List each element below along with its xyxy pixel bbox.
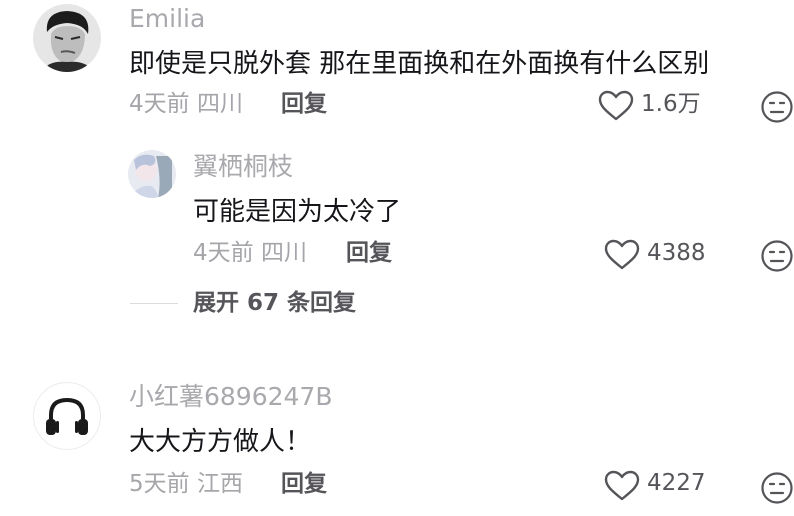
like-count: 4227 bbox=[647, 470, 706, 496]
reply-username[interactable]: 翼栖桐枝 bbox=[193, 152, 293, 182]
comment-meta: 4天前 四川 bbox=[129, 89, 243, 119]
reply-location: 四川 bbox=[260, 240, 307, 266]
comment-text: 大大方方做人！ bbox=[129, 427, 312, 457]
dislike-face-icon[interactable] bbox=[760, 471, 794, 509]
dislike-face-icon[interactable] bbox=[760, 90, 794, 128]
expand-divider bbox=[130, 303, 178, 304]
heart-outline-icon[interactable] bbox=[604, 470, 640, 506]
reply-reply-button[interactable]: 回复 bbox=[346, 238, 392, 268]
avatar-headphones[interactable] bbox=[33, 382, 101, 450]
comment-username[interactable]: 小红薯6896247B bbox=[129, 382, 333, 412]
reply-meta: 4天前 四川 bbox=[193, 238, 307, 268]
heart-outline-icon[interactable] bbox=[604, 239, 640, 275]
comment-username[interactable]: Emilia bbox=[129, 4, 205, 34]
reply-button[interactable]: 回复 bbox=[281, 469, 327, 499]
reply-like-count: 4388 bbox=[647, 240, 706, 266]
comment-time: 4天前 bbox=[129, 91, 190, 117]
headphones-icon bbox=[46, 397, 88, 435]
avatar-emilia[interactable] bbox=[33, 4, 101, 72]
reply-button[interactable]: 回复 bbox=[281, 89, 327, 119]
reply-time: 4天前 bbox=[193, 240, 254, 266]
expand-replies-button[interactable]: 展开 67 条回复 bbox=[193, 288, 356, 318]
like-count: 1.6万 bbox=[641, 91, 701, 117]
comment-meta: 5天前 江西 bbox=[129, 469, 243, 499]
heart-outline-icon[interactable] bbox=[598, 90, 634, 126]
dislike-face-icon[interactable] bbox=[760, 239, 794, 277]
comment-location: 四川 bbox=[196, 91, 243, 117]
reply-text: 可能是因为太冷了 bbox=[193, 197, 402, 227]
avatar-reply[interactable] bbox=[128, 150, 176, 198]
comment-time: 5天前 bbox=[129, 471, 190, 497]
comment-location: 江西 bbox=[196, 471, 243, 497]
comment-text: 即使是只脱外套 那在里面换和在外面换有什么区别 bbox=[129, 49, 710, 79]
